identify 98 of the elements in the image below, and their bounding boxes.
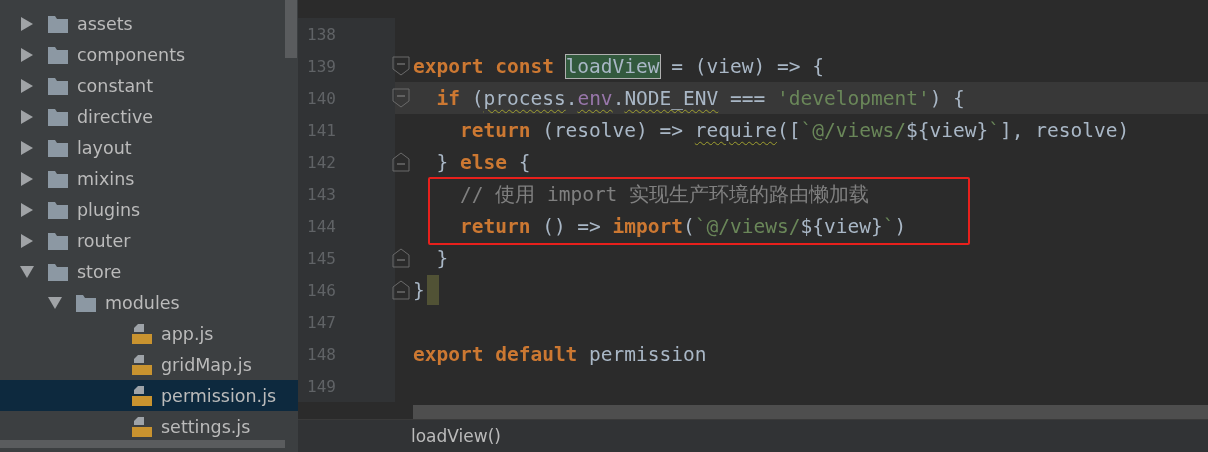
code-token: `@/views/	[694, 214, 801, 238]
tree-item-label: directive	[77, 106, 153, 127]
tree-item-label: mixins	[77, 168, 135, 189]
collapsed-arrow-icon[interactable]	[20, 47, 34, 62]
code-token: ${view}	[906, 118, 989, 142]
fold-marker-icon[interactable]	[392, 88, 410, 108]
breadcrumb[interactable]: loadView()	[411, 426, 501, 446]
collapsed-arrow-icon[interactable]	[20, 109, 34, 124]
tree-item[interactable]: modules	[0, 287, 298, 318]
code-token: process	[483, 86, 566, 110]
tree-item-label: store	[77, 261, 122, 282]
scrollbar-thumb[interactable]	[0, 440, 285, 448]
collapsed-arrow-icon[interactable]	[20, 140, 34, 155]
folder-icon	[48, 107, 68, 126]
code-token: ===	[729, 86, 767, 110]
code-token: export const	[413, 54, 555, 78]
code-token: ) {	[929, 86, 965, 110]
code-token: }	[435, 246, 449, 270]
horizontal-scrollbar[interactable]	[413, 405, 1208, 419]
tree-item[interactable]: settings.js	[0, 411, 298, 442]
code-token: (	[471, 86, 484, 110]
tree-item[interactable]: router	[0, 225, 298, 256]
scrollbar-thumb[interactable]	[285, 0, 297, 58]
code-token: () =>	[542, 214, 602, 238]
code-token: require	[694, 118, 777, 142]
code-token: ([	[776, 118, 801, 142]
expanded-arrow-icon[interactable]	[48, 295, 62, 310]
tree-item-label: gridMap.js	[161, 354, 252, 375]
tree-item[interactable]: plugins	[0, 194, 298, 225]
folder-icon	[48, 14, 68, 33]
code-token: `	[882, 214, 895, 238]
tree-item[interactable]: permission.js	[0, 380, 298, 411]
code-token: )	[894, 214, 907, 238]
code-token: {	[518, 150, 531, 174]
collapsed-arrow-icon[interactable]	[20, 202, 34, 217]
tree-item-label: layout	[77, 137, 132, 158]
tree-item[interactable]: layout	[0, 132, 298, 163]
tree-item[interactable]: components	[0, 39, 298, 70]
js-file-icon	[132, 323, 152, 344]
tree-item-label: permission.js	[161, 385, 277, 406]
folder-icon	[48, 200, 68, 219]
tree-item[interactable]: gridMap.js	[0, 349, 298, 380]
fold-marker-icon[interactable]	[392, 280, 410, 300]
tree-item[interactable]: constant	[0, 70, 298, 101]
folder-icon	[48, 262, 68, 281]
code-token: 'development'	[777, 86, 930, 110]
code-token: import	[612, 214, 684, 238]
code-token: return	[458, 214, 532, 238]
code-token: if	[435, 86, 461, 110]
tree-item[interactable]: assets	[0, 8, 298, 39]
code-token: .	[565, 86, 578, 110]
collapsed-arrow-icon[interactable]	[20, 16, 34, 31]
code-token: NODE_ENV	[624, 86, 719, 110]
tree-item[interactable]: store	[0, 256, 298, 287]
code-token: }	[435, 150, 450, 174]
code-token: (resolve) =>	[542, 118, 685, 142]
fold-marker-icon[interactable]	[392, 56, 410, 76]
code-token: = (view) => {	[670, 54, 824, 78]
tree-item-label: components	[77, 44, 186, 65]
code-token: return	[458, 118, 532, 142]
code-token: loadView	[565, 54, 660, 78]
folder-icon	[48, 169, 68, 188]
code-token: export default	[413, 342, 579, 366]
tree-item-label: settings.js	[161, 416, 251, 437]
folder-icon	[76, 293, 96, 312]
code-token: // 使用 import 实现生产环境的路由懒加载	[458, 181, 870, 208]
collapsed-arrow-icon[interactable]	[20, 171, 34, 186]
fold-marker-icon[interactable]	[392, 152, 410, 172]
tree-item-label: router	[77, 230, 131, 251]
js-file-icon	[132, 416, 152, 437]
folder-icon	[48, 76, 68, 95]
tree-item-label: modules	[105, 292, 180, 313]
collapsed-arrow-icon[interactable]	[20, 233, 34, 248]
code-token: ], resolve)	[1000, 118, 1130, 142]
code-token: (	[683, 214, 695, 238]
js-file-icon	[132, 354, 152, 375]
folder-icon	[48, 231, 68, 250]
code-token: ${view}	[800, 214, 883, 238]
code-token: else	[459, 150, 508, 174]
folder-icon	[48, 45, 68, 64]
tree-item[interactable]: mixins	[0, 163, 298, 194]
js-file-icon	[132, 385, 152, 406]
expanded-arrow-icon[interactable]	[20, 264, 34, 279]
code-token: env	[577, 86, 613, 110]
fold-marker-icon[interactable]	[392, 248, 410, 268]
code-token: .	[612, 86, 625, 110]
code-token: permission	[589, 342, 707, 366]
tree-item-label: constant	[77, 75, 154, 96]
tree-item-label: assets	[77, 13, 133, 34]
collapsed-arrow-icon[interactable]	[20, 78, 34, 93]
tree-item[interactable]: directive	[0, 101, 298, 132]
code-token: }	[413, 278, 425, 302]
tree-item-label: plugins	[77, 199, 141, 220]
tree-item[interactable]: app.js	[0, 318, 298, 349]
code-token: `@/views/	[800, 118, 907, 142]
folder-icon	[48, 138, 68, 157]
code-token: `	[988, 118, 1001, 142]
tree-item-label: app.js	[161, 323, 214, 344]
